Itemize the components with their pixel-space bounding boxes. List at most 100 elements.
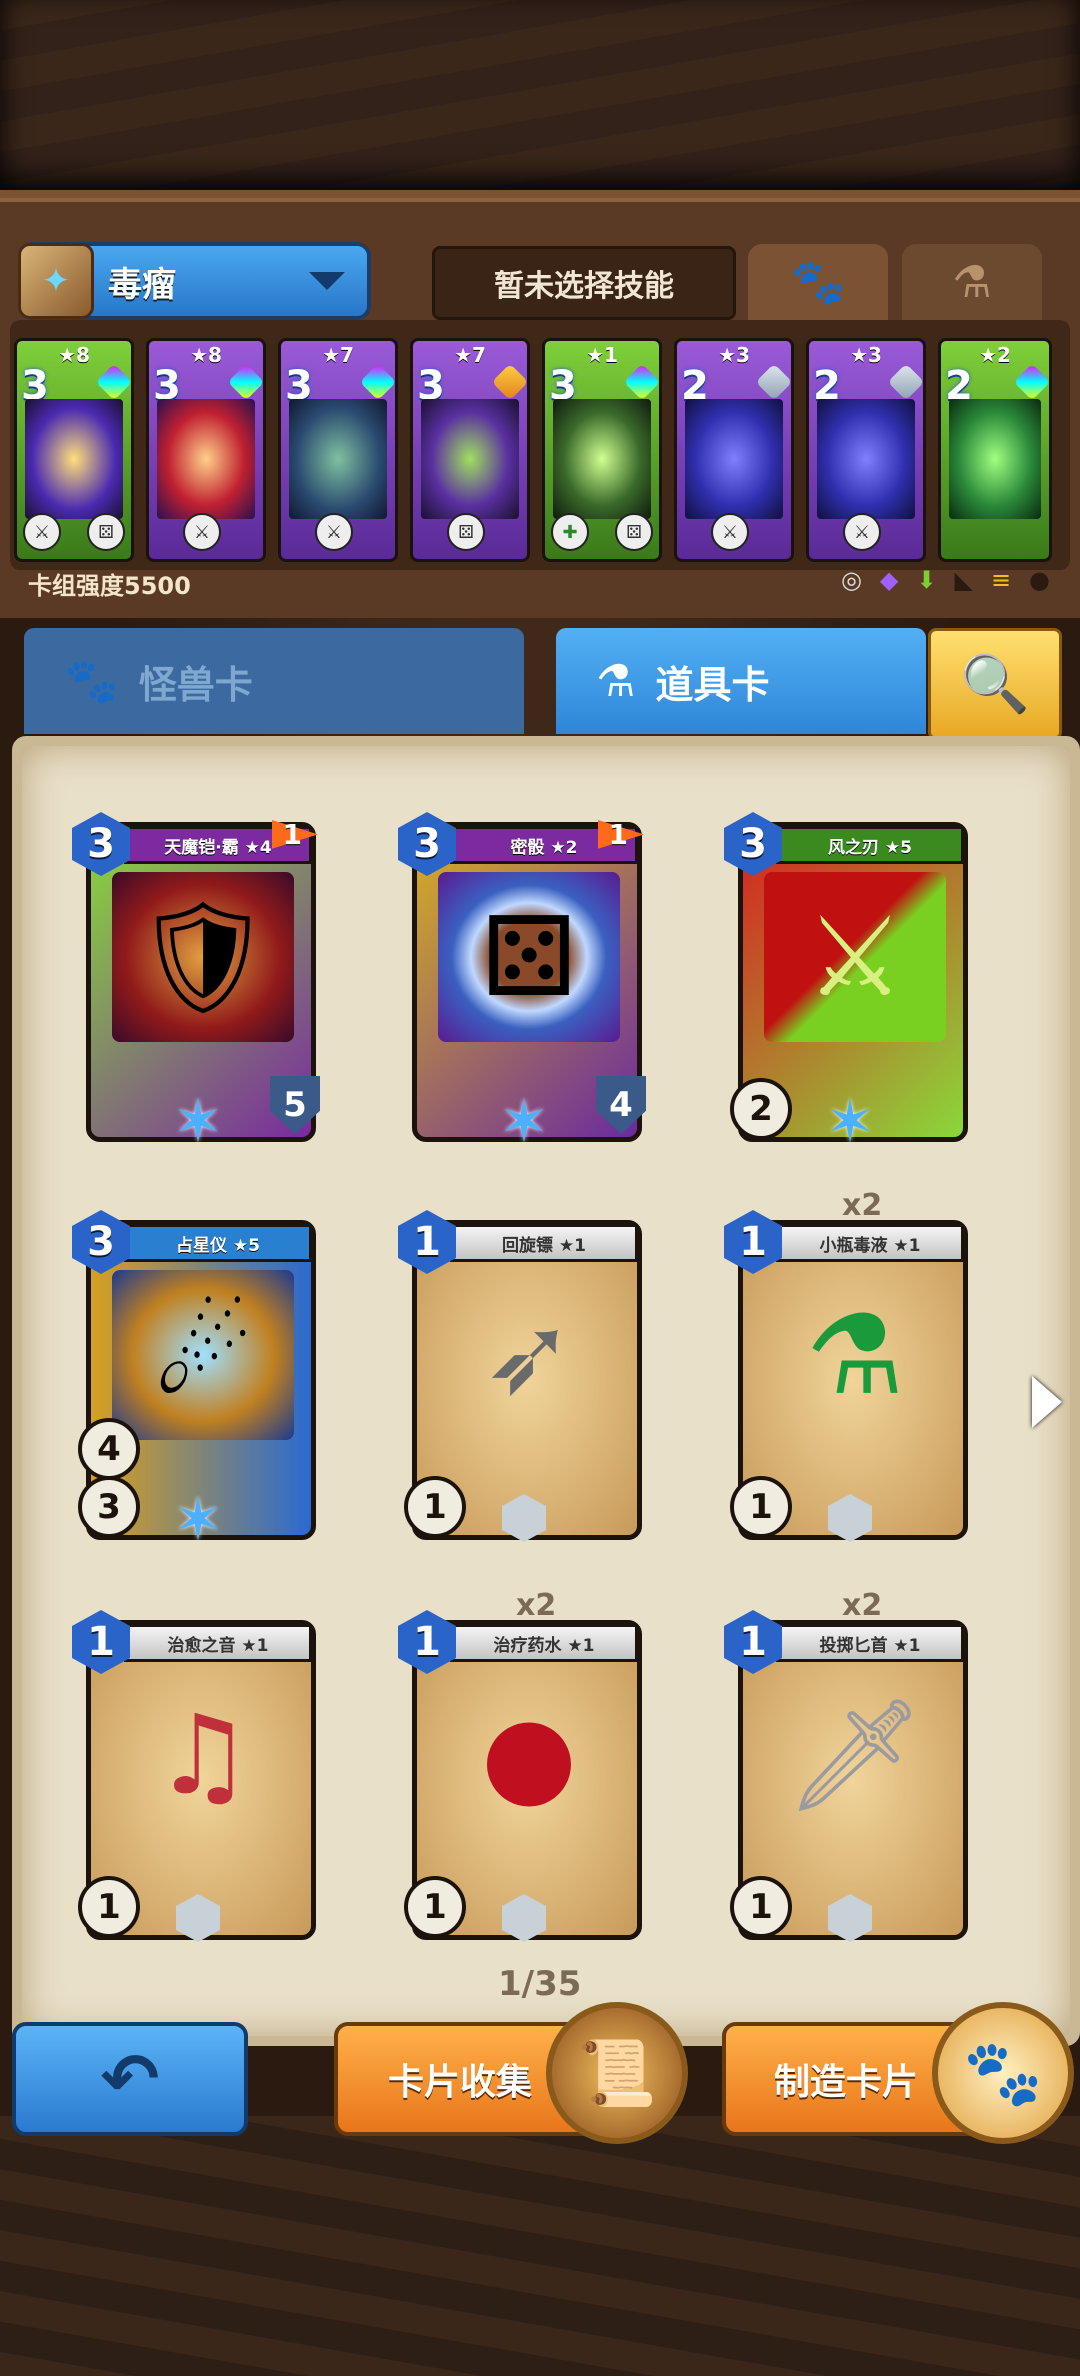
item-card[interactable]: 占星仪 ★5 3 ☄ 4 3 ✶ <box>72 1206 324 1552</box>
card-title: 风之刃 ★5 <box>776 826 964 864</box>
paw-icon[interactable]: 🐾 <box>748 244 888 320</box>
next-page-arrow-icon[interactable] <box>1032 1376 1062 1428</box>
gem-icon <box>227 363 263 401</box>
item-card[interactable]: 投掷匕首 ★1 1 🗡 1 <box>724 1606 976 1952</box>
item-card[interactable]: 风之刃 ★5 3 ⚔ 2 ✶ <box>724 808 976 1154</box>
ring-icon: ◎ <box>840 566 862 594</box>
heal-value: 1 <box>404 1876 466 1938</box>
deck-power: 卡组强度5500 <box>28 572 191 600</box>
sword-icon: ⚔ <box>183 513 221 551</box>
card-art <box>289 399 387 519</box>
deck-card[interactable]: ★3 2 ⚔ <box>806 338 926 562</box>
paw-jar-icon[interactable]: 🐾 <box>932 2002 1074 2144</box>
attack-value: 1 <box>730 1476 792 1538</box>
star-icon: ✶ <box>498 1087 550 1157</box>
gem-icon <box>95 363 131 401</box>
star-icon: ✶ <box>172 1087 224 1157</box>
item-card[interactable]: 治愈之音 ★1 1 ♫ 1 <box>72 1606 324 1952</box>
heal-cross-icon: ✚ <box>551 513 589 551</box>
tab-label: 道具卡 <box>655 662 770 707</box>
card-art <box>685 399 783 519</box>
back-button[interactable]: ↶ <box>12 2022 248 2136</box>
dagger-icon: 🗡 <box>785 1690 925 1819</box>
gem-icon <box>491 363 527 401</box>
tab-label: 怪兽卡 <box>138 662 253 707</box>
sword-icon: ⚔ <box>315 513 353 551</box>
card-art <box>817 399 915 519</box>
item-card[interactable]: 治疗药水 ★1 1 ● 1 <box>398 1606 650 1952</box>
gem-icon <box>887 363 923 401</box>
wood-frame-bottom <box>0 2116 1080 2376</box>
dice-value: 4 <box>78 1418 140 1480</box>
deck-card[interactable]: ★2 2 <box>938 338 1052 562</box>
dice-icon: ⚄ <box>87 513 125 551</box>
deck-selector[interactable]: ✦ 毒瘤 <box>18 242 371 320</box>
set-bonus-icons: ◎ ◆ ⬇ ◣ ≡ ● <box>841 566 1050 594</box>
back-arrow-icon: ↶ <box>100 2038 160 2120</box>
button-label: 制造卡片 <box>774 2062 919 2103</box>
card-title: 回旋镖 ★1 <box>450 1224 638 1262</box>
card-title: 治疗药水 ★1 <box>450 1624 638 1662</box>
flag-count: 1 <box>608 818 628 851</box>
boomerang-icon: ➶ <box>482 1291 576 1419</box>
poison-bottle-icon: ⚗ <box>805 1291 905 1419</box>
star-icon: ✶ <box>824 1087 876 1157</box>
deck-name: 毒瘤 <box>108 264 176 305</box>
card-art <box>25 399 123 519</box>
gem-icon <box>1013 363 1049 401</box>
deck-card[interactable]: ★1 3 ✚ ⚄ <box>542 338 662 562</box>
item-card[interactable]: 回旋镖 ★1 1 ➶ 1 <box>398 1206 650 1552</box>
astrolabe-icon: ☄ <box>112 1270 294 1440</box>
swirl-icon: ◆ <box>879 566 899 594</box>
flag-count: 1 <box>282 818 302 851</box>
tab-monster-cards[interactable]: 🐾 怪兽卡 <box>24 628 524 734</box>
card-art <box>421 399 519 519</box>
cane-value: 3 <box>78 1476 140 1538</box>
card-title: 小瓶毒液 ★1 <box>776 1224 964 1262</box>
paw-icon: 🐾 <box>64 656 119 707</box>
card-title: 投掷匕首 ★1 <box>776 1624 964 1662</box>
sword-icon: ⚔ <box>711 513 749 551</box>
deck-card[interactable]: ★8 3 ⚔ <box>146 338 266 562</box>
item-card[interactable]: 密骰 ★2 3 1 ⚄ 4 ✶ <box>398 808 650 1154</box>
leaf-icon: ⬇ <box>916 566 937 594</box>
deck-card[interactable]: ★8 3 ⚔ ⚄ <box>14 338 134 562</box>
dice-icon: ⚄ <box>447 513 485 551</box>
heal-value: 1 <box>78 1876 140 1938</box>
fist-icon: ● <box>1029 566 1050 594</box>
sword-icon: ⚔ <box>23 513 61 551</box>
star-icon: ✶ <box>172 1485 224 1555</box>
skill-selector[interactable]: 暂未选择技能 <box>432 246 736 320</box>
deck-card[interactable]: ★7 3 ⚔ <box>278 338 398 562</box>
card-title: 治愈之音 ★1 <box>124 1624 312 1662</box>
potion-icon: ⚗ <box>596 655 636 707</box>
attack-value: 1 <box>730 1876 792 1938</box>
deck-card[interactable]: ★7 3 ⚄ <box>410 338 530 562</box>
search-icon: 🔍 <box>960 652 1030 717</box>
card-title: 占星仪 ★5 <box>124 1224 312 1262</box>
tab-item-cards[interactable]: ⚗ 道具卡 <box>556 628 926 734</box>
wind-blade-icon: ⚔ <box>764 872 946 1042</box>
gem-icon <box>359 363 395 401</box>
attack-value: 1 <box>404 1476 466 1538</box>
wood-frame-top <box>0 0 1080 190</box>
sword-icon: ⚔ <box>843 513 881 551</box>
card-art <box>949 399 1041 519</box>
item-card[interactable]: 小瓶毒液 ★1 1 ⚗ 1 <box>724 1206 976 1552</box>
item-card[interactable]: 天魔铠·霸 ★4 3 1 🛡 5 ✶ <box>72 808 324 1154</box>
card-art <box>157 399 255 519</box>
dice-icon: ⚄ <box>438 872 620 1042</box>
search-button[interactable]: 🔍 <box>928 628 1062 740</box>
claw-icon: ◣ <box>954 566 973 594</box>
page-indicator: 1/35 <box>498 1964 582 2004</box>
card-book-icon[interactable]: 📜 <box>546 2002 688 2144</box>
deck-card[interactable]: ★3 2 ⚔ <box>674 338 794 562</box>
potion-icon[interactable]: ⚗ <box>902 244 1042 320</box>
harp-icon: ♫ <box>153 1691 253 1819</box>
attack-value: 2 <box>730 1078 792 1140</box>
wing-icon: ≡ <box>990 566 1012 594</box>
button-label: 卡片收集 <box>388 2062 533 2103</box>
armor-icon: 🛡 <box>112 872 294 1042</box>
gem-icon <box>623 363 659 401</box>
dice-icon: ⚄ <box>615 513 653 551</box>
